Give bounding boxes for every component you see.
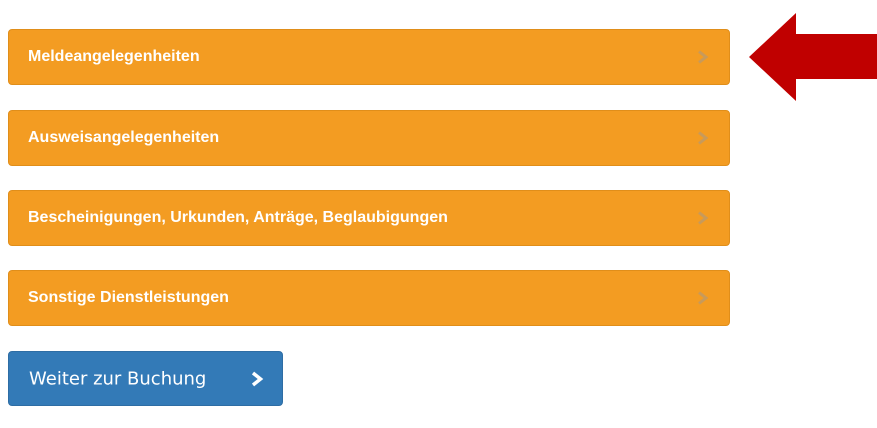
continue-to-booking-button[interactable]: Weiter zur Buchung [8,351,283,406]
accordion-item-ausweisangelegenheiten[interactable]: Ausweisangelegenheiten [8,110,730,166]
accordion-item-label: Ausweisangelegenheiten [28,129,220,146]
chevron-right-icon [698,291,709,305]
chevron-right-icon [251,371,264,386]
accordion-item-meldeangelegenheiten[interactable]: Meldeangelegenheiten [8,29,730,85]
chevron-right-icon [698,131,709,145]
accordion-item-label: Meldeangelegenheiten [28,48,200,65]
accordion-item-bescheinigungen[interactable]: Bescheinigungen, Urkunden, Anträge, Begl… [8,190,730,246]
continue-to-booking-label: Weiter zur Buchung [29,368,207,389]
arrow-left-icon [749,13,877,101]
chevron-right-icon [698,50,709,64]
accordion-item-sonstige-dienstleistungen[interactable]: Sonstige Dienstleistungen [8,270,730,326]
accordion-item-label: Bescheinigungen, Urkunden, Anträge, Begl… [28,209,448,226]
accordion-item-label: Sonstige Dienstleistungen [28,289,229,306]
chevron-right-icon [698,211,709,225]
